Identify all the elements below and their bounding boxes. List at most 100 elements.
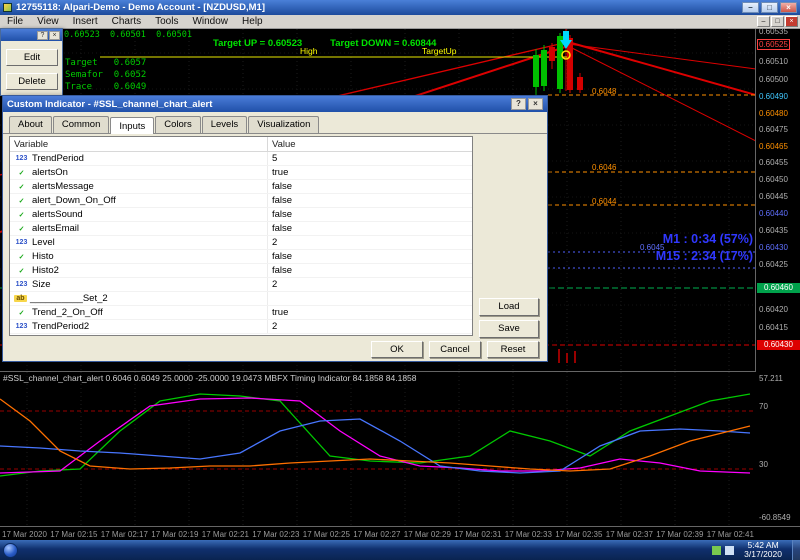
variable-cell: ✓Histo [10,250,268,263]
input-row-histo[interactable]: ✓Histofalse [10,250,472,264]
variable-cell: ✓alertsMessage [10,180,268,193]
bool-param-icon: ✓ [14,197,29,205]
chart-price-tag: 0.6048 [592,87,616,96]
tab-inputs[interactable]: Inputs [110,117,154,134]
time-label: 17 Mar 02:23 [252,530,299,539]
menu-item-file[interactable]: File [0,16,30,27]
time-label: 17 Mar 02:15 [50,530,97,539]
save-button[interactable]: Save [479,320,539,338]
close-button[interactable]: × [780,2,797,13]
price-axis-label: 0.60465 [759,142,788,151]
tab-common[interactable]: Common [53,116,110,133]
custom-indicator-dialog[interactable]: Custom Indicator - #SSL_channel_chart_al… [2,95,548,362]
chart-price-tag: 0.6044 [592,197,616,206]
tab-visualization[interactable]: Visualization [248,116,319,133]
minimize-button[interactable]: – [742,2,759,13]
variable-name: Trend_2_On_Off [32,307,103,318]
variable-cell: ✓alertsOn [10,166,268,179]
value-cell[interactable]: false [268,195,472,206]
dialog-titlebar[interactable]: Custom Indicator - #SSL_channel_chart_al… [3,96,547,112]
input-row-histo2[interactable]: ✓Histo2false [10,264,472,278]
variable-name: alertsMessage [32,181,94,192]
restore-button[interactable]: □ [761,2,778,13]
ind-series [0,394,750,476]
delete-button[interactable]: Delete [6,73,58,90]
dialog-help-button[interactable]: ? [511,98,526,110]
value-cell[interactable]: false [268,209,472,220]
start-button[interactable] [3,543,18,558]
time-label: 17 Mar 02:41 [707,530,754,539]
dialog-close-button[interactable]: × [528,98,543,110]
menu-item-window[interactable]: Window [185,16,235,27]
inputs-table[interactable]: Variable Value 123TrendPeriod5✓alertsOnt… [9,136,473,336]
menu-item-help[interactable]: Help [235,16,270,27]
input-row--set-2[interactable]: ab__________Set_2 [10,292,472,306]
bool-param-icon: ✓ [14,183,29,191]
indicator-panel[interactable]: #SSL_channel_chart_alert 0.6046 0.6049 2… [0,371,756,526]
tray-icon-light[interactable] [725,546,734,555]
time-label: 17 Mar 02:29 [404,530,451,539]
mdi-minimize-button[interactable]: – [757,16,770,27]
price-axis-label: 0.60420 [759,305,788,314]
menu-item-tools[interactable]: Tools [148,16,185,27]
mini-help-button[interactable]: ? [37,31,48,40]
price-axis[interactable]: 0.605350.605250.605100.605000.604900.604… [755,29,800,526]
variable-cell: 123Level [10,236,268,249]
input-row-trend-2-on-off[interactable]: ✓Trend_2_On_Offtrue [10,306,472,320]
tab-colors[interactable]: Colors [155,116,200,133]
menu-item-insert[interactable]: Insert [66,16,105,27]
variable-name: Size [32,279,50,290]
time-label: 17 Mar 02:21 [202,530,249,539]
value-cell[interactable]: false [268,181,472,192]
input-row-alertsmessage[interactable]: ✓alertsMessagefalse [10,180,472,194]
value-cell[interactable]: 2 [268,279,472,290]
input-row-alertsemail[interactable]: ✓alertsEmailfalse [10,222,472,236]
mini-close-button[interactable]: × [49,31,60,40]
input-row-level[interactable]: 123Level2 [10,236,472,250]
reset-button[interactable]: Reset [487,341,539,358]
menu-item-charts[interactable]: Charts [105,16,148,27]
variable-cell: 123TrendPeriod2 [10,320,268,333]
variable-cell: ✓alertsSound [10,208,268,221]
input-row-alert-down-on-off[interactable]: ✓alert_Down_On_Offfalse [10,194,472,208]
value-cell[interactable]: 2 [268,237,472,248]
value-cell[interactable]: true [268,307,472,318]
mdi-restore-button[interactable]: □ [771,16,784,27]
value-cell[interactable]: false [268,251,472,262]
value-cell[interactable]: true [268,167,472,178]
value-cell[interactable]: 2 [268,321,472,332]
value-cell[interactable]: 5 [268,153,472,164]
indicator-scale-label: 57.211 [759,374,783,383]
value-column-header[interactable]: Value [268,139,472,150]
input-row-size[interactable]: 123Size2 [10,278,472,292]
time-label: 17 Mar 02:33 [505,530,552,539]
edit-button[interactable]: Edit [6,49,58,66]
variable-column-header[interactable]: Variable [10,137,268,151]
ok-button[interactable]: OK [371,341,423,358]
value-cell[interactable]: false [268,265,472,276]
price-axis-label: 0.60435 [759,226,788,235]
input-row-trendperiod[interactable]: 123TrendPeriod5 [10,152,472,166]
tab-about[interactable]: About [9,116,52,133]
num-param-icon: 123 [14,155,29,162]
input-row-alertson[interactable]: ✓alertsOntrue [10,166,472,180]
taskbar-clock[interactable]: 5:42 AM 3/17/2020 [738,541,788,559]
price-axis-label: 0.60525 [757,39,790,50]
show-desktop-button[interactable] [792,540,800,560]
price-axis-label: 0.60490 [759,92,788,101]
object-popup-window[interactable]: ? × Edit Delete [0,28,63,96]
title-bar[interactable]: 12755118: Alpari-Demo - Demo Account - [… [0,0,800,15]
app-icon [3,3,12,12]
mdi-close-button[interactable]: × [785,16,798,27]
load-button[interactable]: Load [479,298,539,316]
time-axis[interactable]: 17 Mar 202017 Mar 02:1517 Mar 02:1717 Ma… [0,526,800,540]
input-row-alertssound[interactable]: ✓alertsSoundfalse [10,208,472,222]
cancel-button[interactable]: Cancel [429,341,481,358]
menu-item-view[interactable]: View [30,16,66,27]
taskbar: 5:42 AM 3/17/2020 [0,540,800,560]
tab-levels[interactable]: Levels [202,116,247,133]
ssl-up-line [0,394,750,476]
input-row-trendperiod2[interactable]: 123TrendPeriod22 [10,320,472,334]
value-cell[interactable]: false [268,223,472,234]
tray-icon-green[interactable] [712,546,721,555]
